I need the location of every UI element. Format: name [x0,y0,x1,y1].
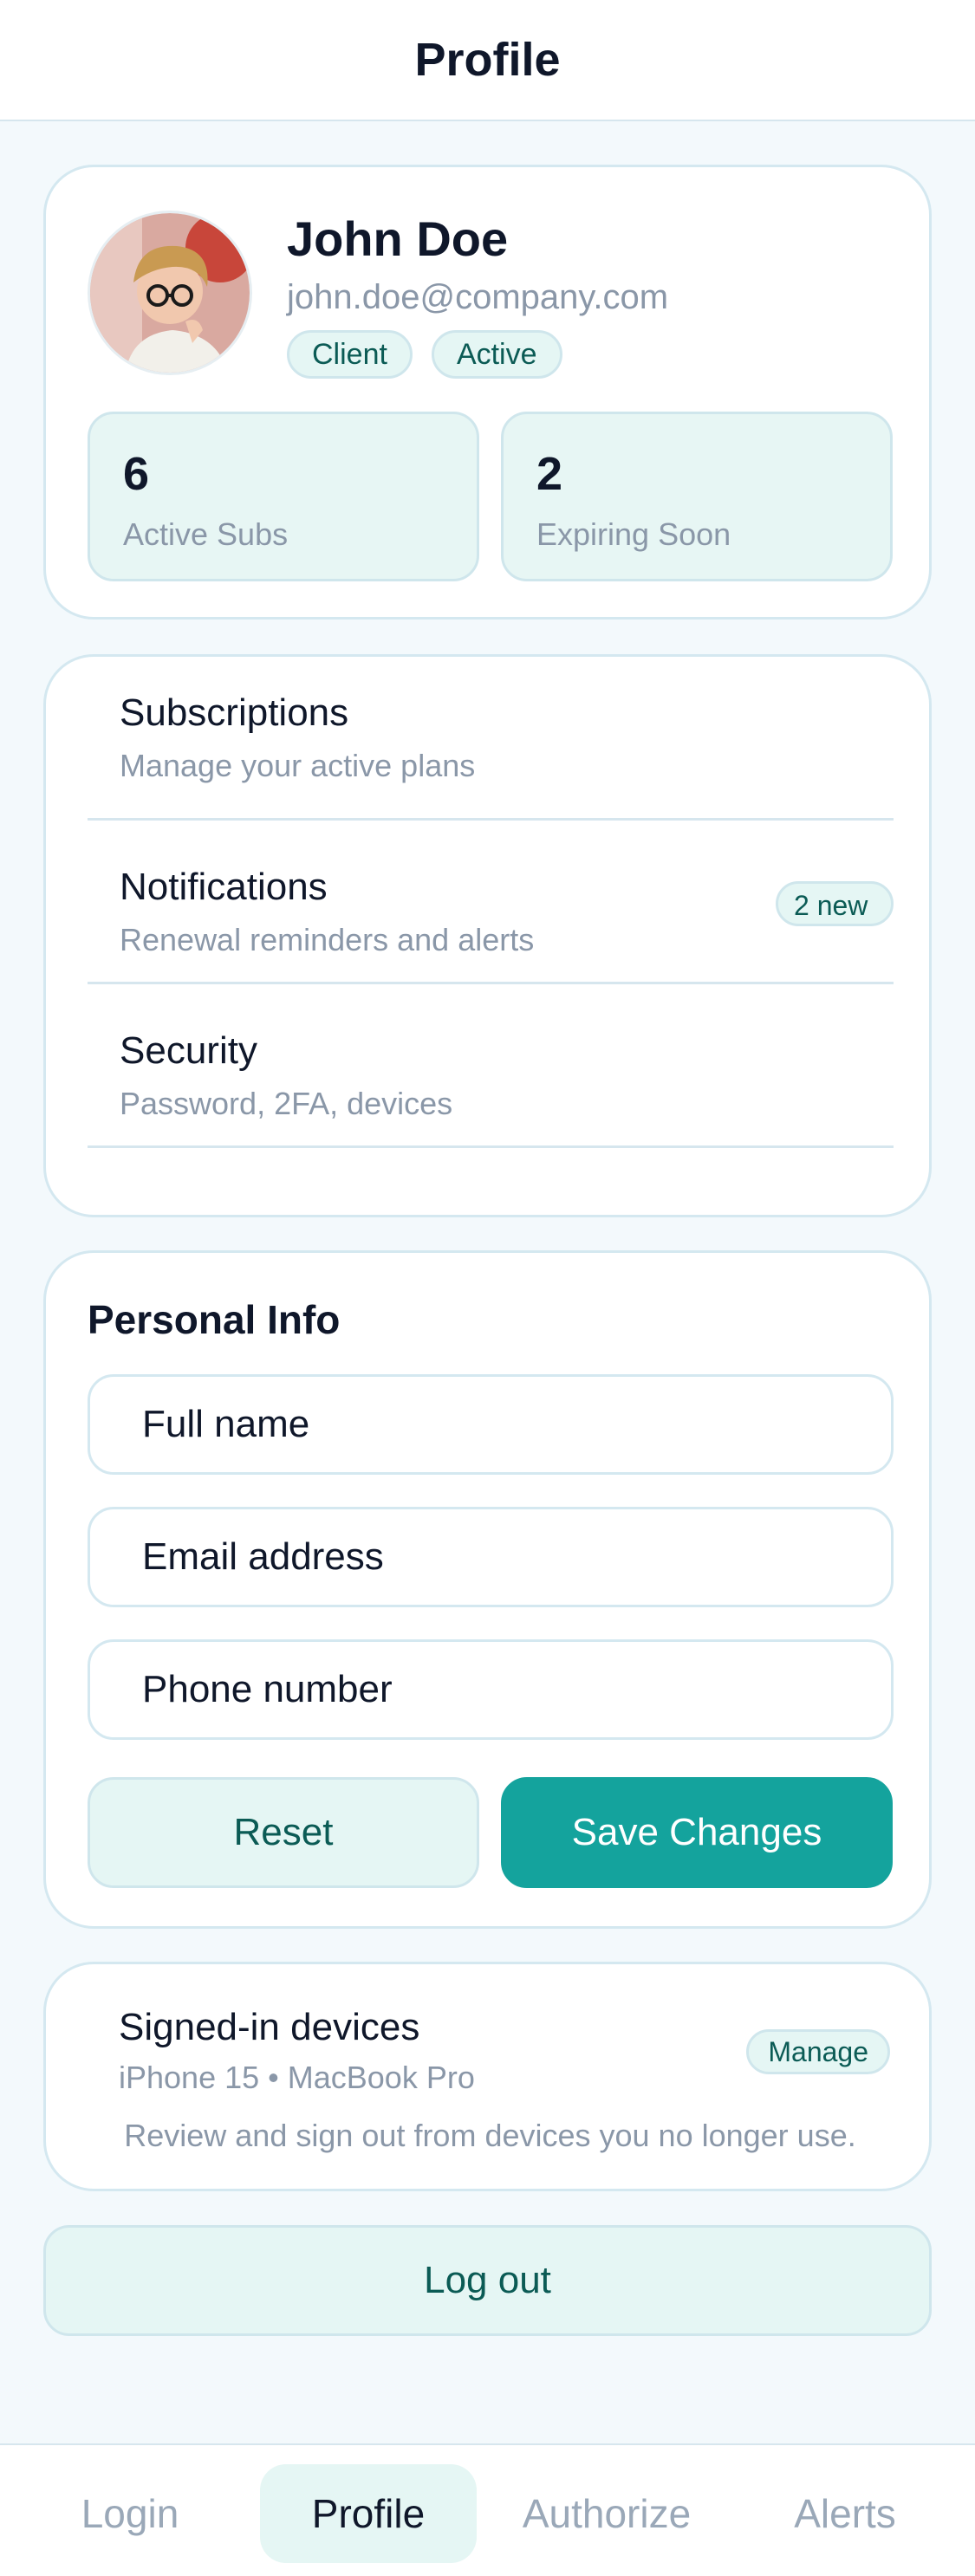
save-changes-button[interactable]: Save Changes [501,1777,893,1888]
menu-item-subtitle: Manage your active plans [120,748,476,783]
profile-card: John Doe john.doe@company.com Client Act… [43,165,932,620]
active-subs-stat[interactable]: 6 Active Subs [88,412,479,581]
reset-button[interactable]: Reset [88,1777,479,1888]
stat-label: Active Subs [123,516,289,552]
menu-item-subscriptions[interactable]: Subscriptions Manage your active plans [88,657,894,821]
devices-title: Signed-in devices [119,2006,420,2048]
role-badges: Client Active [287,330,562,379]
personal-info-card: Personal Info Reset Save Changes [43,1250,932,1929]
nav-item-alerts[interactable]: Alerts [754,2464,936,2563]
signed-in-devices-card: Signed-in devices iPhone 15 • MacBook Pr… [43,1962,932,2191]
manage-devices-button[interactable]: Manage [746,2029,890,2074]
menu-item-title: Security [120,1029,257,1072]
nav-item-authorize[interactable]: Authorize [503,2464,711,2563]
bottom-nav: Login Profile Authorize Alerts [0,2443,975,2576]
menu-item-subtitle: Password, 2FA, devices [120,1086,453,1121]
section-title: Personal Info [88,1297,341,1342]
stat-label: Expiring Soon [536,516,731,552]
status-badge: Active [431,330,562,379]
user-email: john.doe@company.com [287,278,669,316]
nav-item-login[interactable]: Login [35,2464,225,2563]
settings-menu: Subscriptions Manage your active plans N… [43,654,932,1217]
menu-item-title: Subscriptions [120,691,349,734]
client-badge: Client [287,330,413,379]
menu-item-security[interactable]: Security Password, 2FA, devices [88,984,894,1148]
full-name-field[interactable] [88,1374,894,1475]
logout-button[interactable]: Log out [43,2225,932,2336]
notification-count-badge: 2 new [776,881,894,926]
menu-item-notifications[interactable]: Notifications Renewal reminders and aler… [88,821,894,984]
expiring-soon-stat[interactable]: 2 Expiring Soon [501,412,893,581]
email-field[interactable] [88,1507,894,1607]
devices-list: iPhone 15 • MacBook Pro [119,2060,475,2095]
stat-value: 2 [536,448,563,500]
avatar[interactable] [88,211,252,375]
stat-value: 6 [123,448,150,500]
page-title: Profile [414,34,561,86]
phone-field[interactable] [88,1639,894,1740]
nav-item-profile[interactable]: Profile [260,2464,477,2563]
app-header: Profile [0,0,975,121]
menu-item-subtitle: Renewal reminders and alerts [120,922,535,957]
avatar-photo [90,213,250,373]
devices-description: Review and sign out from devices you no … [124,2118,856,2153]
user-name: John Doe [287,211,509,266]
menu-item-title: Notifications [120,866,328,908]
